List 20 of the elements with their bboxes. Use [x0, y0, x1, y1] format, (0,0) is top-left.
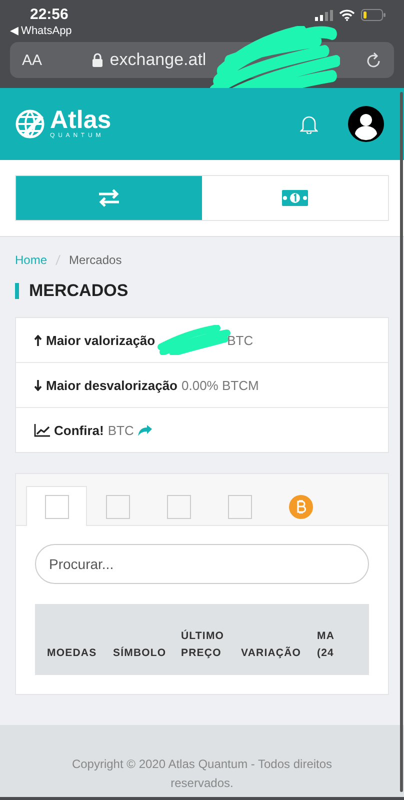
column-header[interactable]: MA (24 [317, 628, 341, 662]
stat-label: Maior valorização [46, 332, 156, 348]
page-title: MERCADOS [29, 281, 128, 301]
text-size-button[interactable]: AA [22, 52, 42, 68]
url-text: exchange.atl [110, 50, 206, 70]
breadcrumb-current[interactable]: Mercados [69, 253, 122, 267]
column-header[interactable]: VARIAÇÃO [241, 645, 311, 662]
search-field[interactable]: Procurar... [35, 544, 369, 584]
stat-value: BTC [108, 422, 134, 438]
column-header[interactable]: ÚLTIMO PREÇO [181, 628, 235, 662]
back-link[interactable]: ◀ WhatsApp [10, 24, 72, 38]
stat-label: Confira! [54, 422, 104, 438]
stat-value: 0.00% BTCM [182, 378, 259, 392]
status-time: 22:56 [29, 6, 70, 24]
stat-value: BTC [227, 332, 254, 348]
stat-label: Maior desvalorização [46, 378, 178, 392]
brand-name: Atlas [50, 108, 112, 132]
column-header[interactable]: SÍMBOLO [113, 645, 175, 662]
copyright-text: Copyright © 2020 Atlas Quantum - Todos direitos reservados. [70, 756, 334, 792]
column-header[interactable]: MOEDAS [47, 645, 107, 662]
